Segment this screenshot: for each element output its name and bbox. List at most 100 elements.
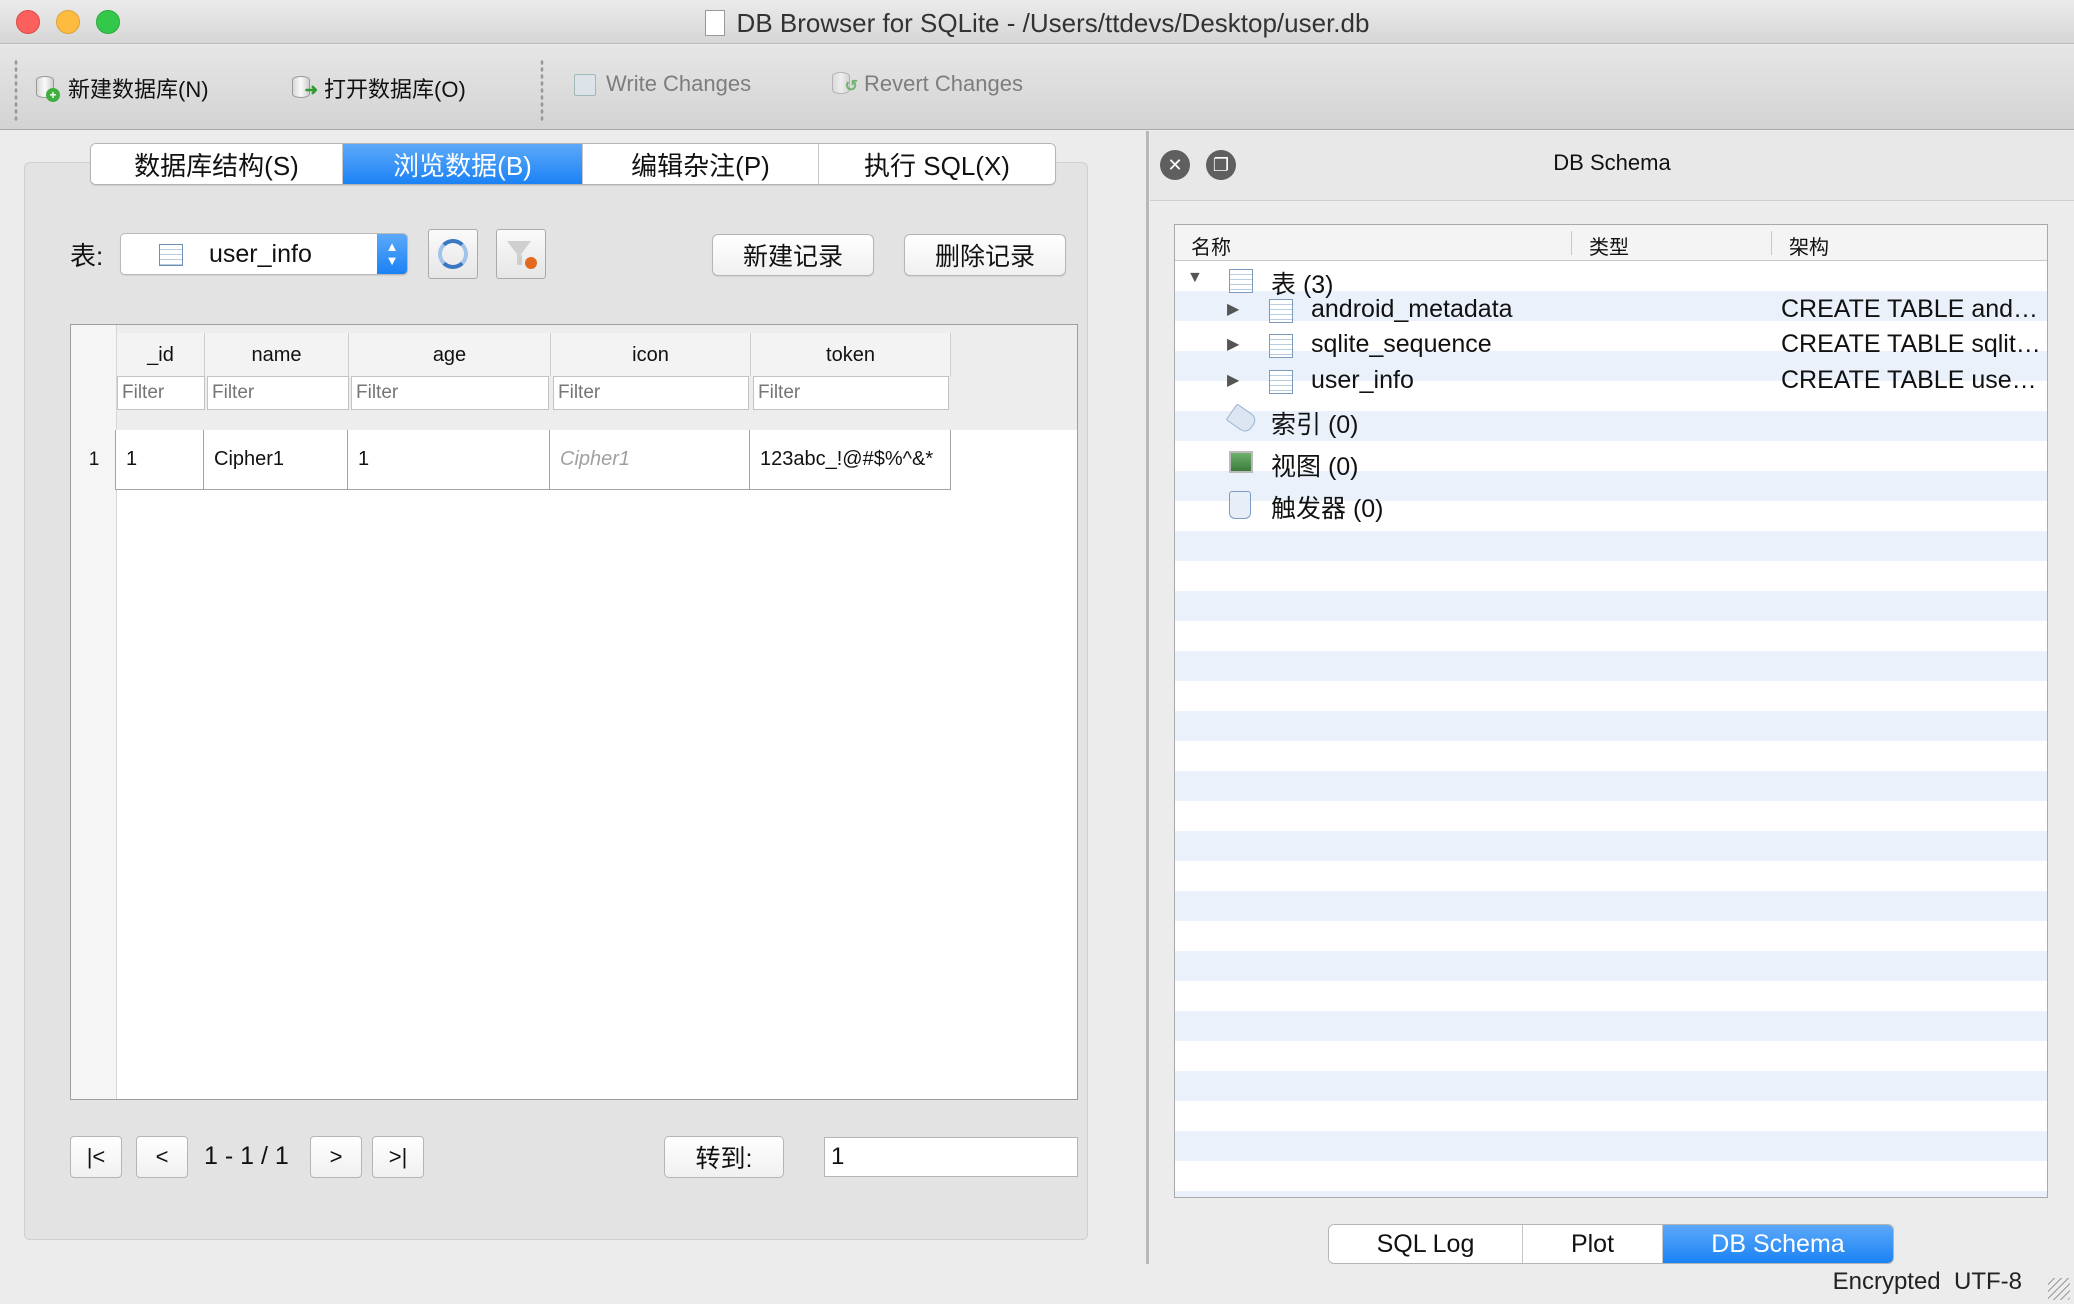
table-icon — [1269, 299, 1293, 323]
filter-input-icon[interactable] — [553, 376, 749, 410]
tab-sql-log[interactable]: SQL Log — [1329, 1225, 1523, 1263]
table-select[interactable]: user_info ▲ ▼ — [120, 233, 408, 275]
tree-header: 名称 类型 架构 — [1175, 225, 2047, 261]
row-number[interactable]: 1 — [71, 430, 117, 490]
column-header-token[interactable]: token — [751, 333, 951, 377]
table-name: user_info — [1311, 366, 1414, 394]
dock-tabs: SQL Log Plot DB Schema — [1328, 1224, 1894, 1264]
indexes-group-label: 索引 (0) — [1271, 411, 1359, 439]
revert-changes-label: Revert Changes — [864, 71, 1023, 96]
revert-icon: ↺ — [830, 70, 858, 98]
page-info: 1 - 1 / 1 — [204, 1142, 289, 1170]
document-icon — [704, 10, 725, 36]
tree-header-type[interactable]: 类型 — [1589, 231, 1629, 260]
panel-splitter[interactable] — [1146, 131, 1149, 1264]
save-icon — [572, 70, 598, 98]
table-schema: CREATE TABLE android_metadata (locale TE… — [1781, 295, 2043, 323]
table-name: android_metadata — [1311, 295, 1513, 323]
next-page-button[interactable]: > — [310, 1136, 362, 1178]
window-title-wrap: DB Browser for SQLite - /Users/ttdevs/De… — [0, 8, 2074, 39]
refresh-icon — [438, 239, 468, 269]
toolbar-grip[interactable] — [14, 59, 18, 121]
delete-record-button[interactable]: 删除记录 — [904, 234, 1066, 276]
title-bar: DB Browser for SQLite - /Users/ttdevs/De… — [0, 0, 2074, 44]
column-header-id[interactable]: _id — [117, 333, 205, 377]
filter-input-id[interactable] — [117, 376, 205, 410]
tree-item-table[interactable]: ▶ sqlite_sequence CREATE TABLE sqlite_se… — [1175, 326, 2047, 362]
table-label: 表: — [70, 241, 104, 271]
expand-triangle-icon[interactable]: ▶ — [1227, 299, 1239, 319]
schema-tree: 名称 类型 架构 ▼ 表 (3) ▶ android_metadata CREA… — [1174, 224, 2048, 1198]
index-tag-icon — [1225, 403, 1259, 435]
chevron-up-down-icon: ▲ ▼ — [377, 234, 407, 274]
views-group-label: 视图 (0) — [1271, 453, 1359, 481]
first-page-button[interactable]: |< — [70, 1136, 122, 1178]
new-record-button[interactable]: 新建记录 — [712, 234, 874, 276]
open-database-button[interactable]: ➜ 打开数据库(O) — [290, 71, 466, 105]
status-bar: Encrypted UTF-8 — [1833, 1268, 2022, 1296]
table-schema: CREATE TABLE user_info — [1781, 366, 2043, 394]
main-tabs: 数据库结构(S) 浏览数据(B) 编辑杂注(P) 执行 SQL(X) — [90, 143, 1056, 185]
resize-grip[interactable] — [2048, 1278, 2070, 1300]
triggers-group-label: 触发器 (0) — [1271, 495, 1384, 523]
expand-triangle-icon[interactable]: ▶ — [1227, 334, 1239, 354]
table-name: sqlite_sequence — [1311, 330, 1492, 358]
clear-filter-icon — [507, 239, 537, 269]
tree-item-table[interactable]: ▶ android_metadata CREATE TABLE android_… — [1175, 291, 2047, 327]
write-changes-label: Write Changes — [606, 71, 752, 96]
new-database-icon: + — [34, 74, 60, 102]
revert-changes-button[interactable]: ↺ Revert Changes — [830, 67, 1023, 101]
filter-input-token[interactable] — [753, 376, 949, 410]
goto-input[interactable]: 1 — [824, 1137, 1078, 1177]
table-icon — [159, 244, 183, 266]
trigger-scroll-icon — [1229, 491, 1251, 519]
cell-id[interactable]: 1 — [115, 430, 205, 490]
encryption-status: Encrypted — [1832, 1268, 1941, 1295]
cell-token[interactable]: 123abc_!@#$%^&* — [749, 430, 951, 490]
table-icon — [1269, 370, 1293, 394]
column-header-icon[interactable]: icon — [551, 333, 751, 377]
view-image-icon — [1229, 451, 1253, 473]
encoding-status: UTF-8 — [1954, 1268, 2022, 1295]
open-database-label: 打开数据库(O) — [324, 77, 466, 102]
toolbar: + 新建数据库(N) ➜ 打开数据库(O) Write Changes ↺ Re… — [0, 45, 2074, 130]
open-database-icon: ➜ — [290, 74, 318, 102]
table-icon — [1269, 334, 1293, 358]
clear-filters-button[interactable] — [496, 229, 546, 279]
new-database-label: 新建数据库(N) — [68, 77, 209, 102]
refresh-button[interactable] — [428, 229, 478, 279]
collapse-triangle-icon[interactable]: ▼ — [1187, 269, 1203, 287]
cell-age[interactable]: 1 — [347, 430, 551, 490]
last-page-button[interactable]: >| — [372, 1136, 424, 1178]
data-grid: _id name age icon token 1 1 Cipher1 1 Ci… — [70, 324, 1078, 1100]
dock-title: DB Schema — [1553, 150, 1671, 175]
goto-button[interactable]: 转到: — [664, 1136, 784, 1178]
column-header-name[interactable]: name — [205, 333, 349, 377]
window-title: DB Browser for SQLite - /Users/ttdevs/De… — [736, 8, 1370, 38]
column-header-age[interactable]: age — [349, 333, 551, 377]
write-changes-button[interactable]: Write Changes — [572, 67, 751, 101]
expand-triangle-icon[interactable]: ▶ — [1227, 370, 1239, 390]
table-group-icon — [1229, 269, 1253, 293]
new-database-button[interactable]: + 新建数据库(N) — [34, 71, 209, 105]
tree-header-schema[interactable]: 架构 — [1789, 231, 1829, 260]
previous-page-button[interactable]: < — [136, 1136, 188, 1178]
tab-db-schema[interactable]: DB Schema — [1663, 1225, 1893, 1263]
table-select-value: user_info — [209, 240, 312, 268]
tree-item-views[interactable]: 视图 (0) — [1175, 443, 2047, 481]
tab-browse-data[interactable]: 浏览数据(B) — [343, 144, 583, 184]
tree-item-indexes[interactable]: 索引 (0) — [1175, 401, 2047, 439]
filter-input-name[interactable] — [207, 376, 349, 410]
tab-database-structure[interactable]: 数据库结构(S) — [91, 144, 343, 184]
tab-plot[interactable]: Plot — [1523, 1225, 1663, 1263]
table-schema: CREATE TABLE sqlite_sequence(name,seq) — [1781, 330, 2043, 358]
tree-item-table[interactable]: ▶ user_info CREATE TABLE user_info — [1175, 362, 2047, 398]
tab-execute-sql[interactable]: 执行 SQL(X) — [819, 144, 1055, 184]
tree-header-name[interactable]: 名称 — [1191, 231, 1231, 260]
tab-edit-pragmas[interactable]: 编辑杂注(P) — [583, 144, 819, 184]
toolbar-separator-grip[interactable] — [540, 59, 544, 121]
cell-name[interactable]: Cipher1 — [203, 430, 349, 490]
filter-input-age[interactable] — [351, 376, 549, 410]
tree-item-triggers[interactable]: 触发器 (0) — [1175, 485, 2047, 523]
cell-icon[interactable]: Cipher1 — [549, 430, 751, 490]
